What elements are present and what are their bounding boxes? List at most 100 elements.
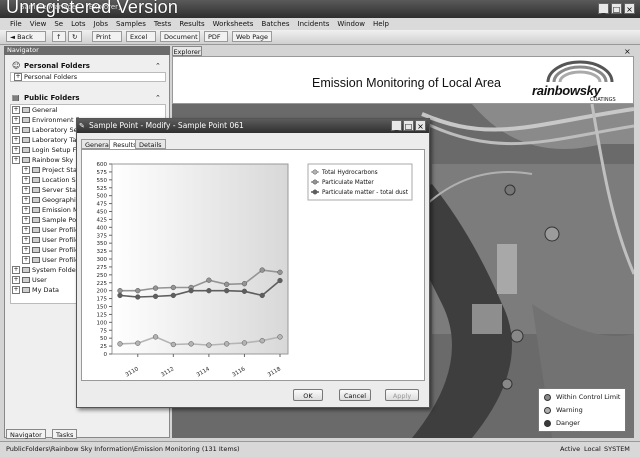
data-point [241, 281, 248, 287]
data-point [170, 292, 176, 299]
menu-item-se[interactable]: Se [54, 18, 63, 30]
y-tick-label: 150 [97, 305, 108, 311]
map-legend-item: Danger [544, 419, 580, 427]
x-tick-label: 3118 [267, 366, 283, 378]
tab-tasks[interactable]: Tasks [52, 429, 78, 439]
tab-navigator[interactable]: Navigator [6, 429, 46, 439]
expand-icon[interactable]: + [12, 136, 20, 144]
expand-icon[interactable]: + [22, 166, 30, 174]
y-tick-label: 275 [97, 265, 108, 271]
expand-icon[interactable]: + [22, 226, 30, 234]
expand-icon[interactable]: + [22, 246, 30, 254]
minimize-button[interactable]: _ [598, 3, 609, 14]
public-folders-header[interactable]: Public Folders [24, 94, 80, 102]
tree-item[interactable]: + General [12, 105, 164, 115]
y-tick-label: 450 [97, 210, 108, 216]
tree-item-label: Environment F [32, 116, 80, 124]
expand-icon[interactable]: + [12, 116, 20, 124]
menu-item-worksheets[interactable]: Worksheets [213, 18, 254, 30]
y-tick-label: 350 [97, 241, 108, 247]
tab-details[interactable]: Details [135, 139, 166, 149]
tree-item-label: Login Setup Fo [32, 146, 81, 154]
expand-icon[interactable]: + [22, 196, 30, 204]
menu-item-lots[interactable]: Lots [71, 18, 85, 30]
expand-icon[interactable]: + [22, 186, 30, 194]
results-chart: 0 25 50 75 100 125150 175 200 225 250 275 300 325 350… [97, 162, 413, 378]
y-tick-label: 525 [97, 186, 108, 192]
print-button[interactable]: Print [92, 31, 122, 42]
folder-icon [22, 127, 30, 133]
logo-text: rainbowsky [532, 83, 601, 98]
y-tick-label: 75 [100, 328, 107, 334]
menu-item-batches[interactable]: Batches [261, 18, 289, 30]
expand-icon[interactable]: + [22, 216, 30, 224]
menu-item-view[interactable]: View [30, 18, 47, 30]
up-button[interactable]: ↑ [52, 31, 66, 42]
dialog-minimize-button[interactable]: _ [391, 120, 402, 131]
tab-explorer[interactable]: Explorer [172, 46, 202, 56]
expand-icon[interactable]: + [12, 156, 20, 164]
close-icon[interactable]: × [624, 47, 631, 56]
menu-item-results[interactable]: Results [179, 18, 204, 30]
back-button[interactable]: ◄ Back [6, 31, 46, 42]
expand-icon[interactable]: + [22, 236, 30, 244]
tree-item-label: Sample Poi [42, 216, 78, 224]
tree-item-label: User Profile [42, 226, 80, 234]
tree-item-label: General [32, 106, 58, 114]
map-legend-label: Warning [556, 406, 583, 414]
map-legend-item: Warning [544, 406, 583, 414]
collapse-icon[interactable]: ⌃ [155, 94, 161, 102]
webpage-button[interactable]: Web Page [232, 31, 272, 42]
menu-item-jobs[interactable]: Jobs [94, 18, 108, 30]
excel-button[interactable]: Excel [126, 31, 156, 42]
tree-item-label: Project Sta [42, 166, 77, 174]
legend-dot-icon [544, 406, 551, 414]
expand-icon[interactable]: + [14, 73, 22, 81]
apply-button[interactable]: Apply [385, 389, 419, 401]
legend-dot-icon [544, 393, 551, 401]
expand-icon[interactable]: + [12, 266, 20, 274]
folder-group-icon: ▤ [12, 93, 20, 102]
folder-icon [32, 227, 40, 233]
tree-item-personal[interactable]: + Personal Folders [14, 72, 77, 82]
plot-area [111, 163, 289, 355]
maximize-button[interactable]: □ [611, 3, 622, 14]
status-bar: PublicFolders\Rainbow Sky Information\Em… [0, 441, 640, 457]
menu-item-file[interactable]: File [10, 18, 22, 30]
ok-button[interactable]: OK [293, 389, 323, 401]
document-button[interactable]: Document [160, 31, 200, 42]
expand-icon[interactable]: + [22, 206, 30, 214]
dialog-maximize-button[interactable]: □ [403, 120, 414, 131]
menu-item-window[interactable]: Window [337, 18, 365, 30]
y-tick-label: 600 [97, 162, 108, 168]
refresh-button[interactable]: ↻ [68, 31, 82, 42]
menu-item-help[interactable]: Help [373, 18, 389, 30]
expand-icon[interactable]: + [12, 276, 20, 284]
person-icon: ☺ [12, 61, 21, 70]
status-active: Active [560, 445, 581, 453]
expand-icon[interactable]: + [22, 176, 30, 184]
x-tick-label: 3114 [196, 366, 212, 378]
dialog-close-button[interactable]: × [415, 120, 426, 131]
legend-marker [312, 179, 318, 185]
personal-folders-header[interactable]: Personal Folders [24, 62, 90, 70]
folder-icon [22, 157, 30, 163]
collapse-icon[interactable]: ⌃ [155, 62, 161, 70]
expand-icon[interactable]: + [22, 256, 30, 264]
data-point [117, 292, 123, 299]
expand-icon[interactable]: + [12, 126, 20, 134]
expand-icon[interactable]: + [12, 286, 20, 294]
menu-bar: File View Se Lots Jobs Samples Tests Results Wor… [0, 18, 640, 30]
menu-item-samples[interactable]: Samples [116, 18, 146, 30]
menu-item-incidents[interactable]: Incidents [298, 18, 330, 30]
cancel-button[interactable]: Cancel [339, 389, 371, 401]
expand-icon[interactable]: + [12, 146, 20, 154]
close-button[interactable]: × [624, 3, 635, 14]
folder-icon [22, 147, 30, 153]
folder-icon [22, 107, 30, 113]
pdf-button[interactable]: PDF [204, 31, 228, 42]
expand-icon[interactable]: + [12, 106, 20, 114]
menu-item-tests[interactable]: Tests [154, 18, 171, 30]
legend-label: Total Hydrocarbons [321, 170, 378, 176]
data-point [241, 288, 248, 294]
